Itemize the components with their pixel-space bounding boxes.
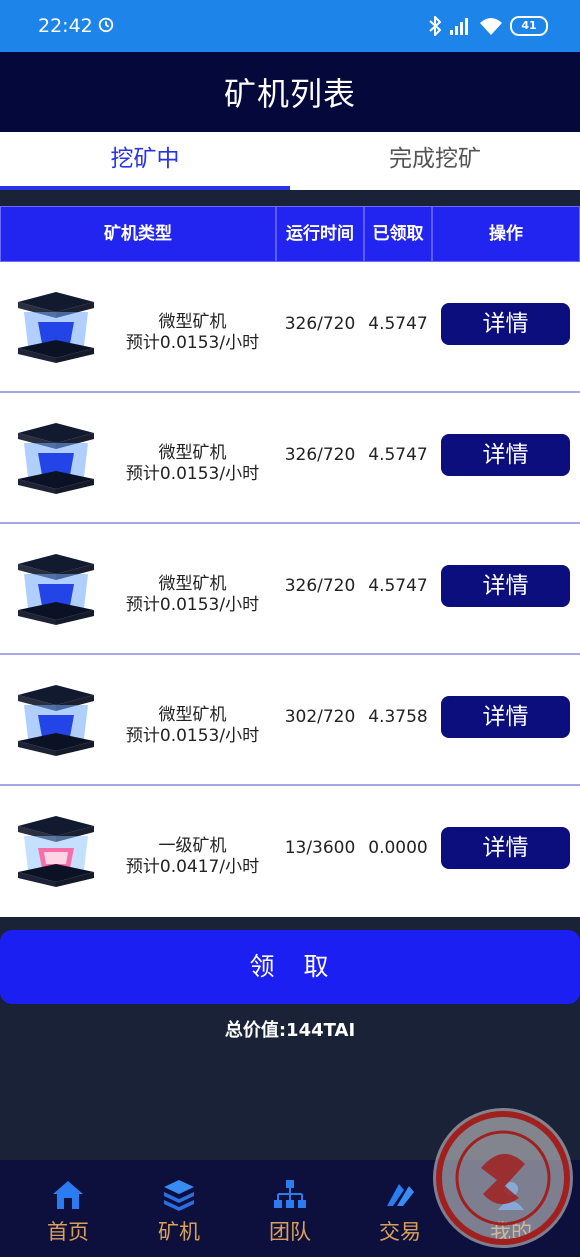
detail-button[interactable]: 详情 — [441, 565, 570, 607]
claimed-value: 4.3758 — [368, 707, 428, 727]
signal-icon — [450, 18, 468, 35]
nav-home-label: 首页 — [47, 1220, 89, 1244]
table-row: 微型矿机 预计0.0153/小时 326/720 4.5747 详情 — [0, 393, 580, 524]
runtime-value: 13/3600 — [284, 838, 356, 858]
status-bar: 22:42 41 — [0, 0, 580, 52]
miner-name: 微型矿机 — [158, 574, 227, 594]
runtime-value: 326/720 — [284, 576, 356, 596]
nav-miner[interactable]: 矿机 — [124, 1160, 234, 1257]
wifi-icon — [480, 18, 502, 35]
nav-team-label: 团队 — [269, 1220, 311, 1244]
nav-home[interactable]: 首页 — [13, 1160, 123, 1257]
header-action: 操作 — [489, 224, 523, 244]
miner-image — [18, 685, 94, 756]
miner-image — [18, 423, 94, 494]
header-miner-type: 矿机类型 — [1, 207, 277, 261]
miner-rate: 预计0.0153/小时 — [125, 726, 260, 746]
runtime-value: 326/720 — [284, 314, 356, 334]
runtime-value: 302/720 — [284, 707, 356, 727]
miner-name-cell: 一级矿机 预计0.0417/小时 — [110, 836, 275, 878]
miner-rate: 预计0.0153/小时 — [125, 595, 260, 615]
header-claimed: 已领取 — [365, 207, 433, 261]
battery-indicator: 41 — [510, 16, 548, 36]
tab-bar: 挖矿中 完成挖矿 — [0, 132, 580, 190]
claimed-value: 0.0000 — [368, 838, 428, 858]
trade-icon — [387, 1184, 414, 1206]
nav-team[interactable]: 团队 — [235, 1160, 345, 1257]
miner-name: 微型矿机 — [158, 705, 227, 725]
miner-rate: 预计0.0417/小时 — [125, 857, 260, 877]
miner-image — [18, 816, 94, 887]
table-row: 一级矿机 预计0.0417/小时 13/3600 0.0000 详情 — [0, 786, 580, 917]
page-header: 矿机列表 — [0, 52, 580, 132]
miner-name-cell: 微型矿机 预计0.0153/小时 — [110, 705, 275, 747]
status-time: 22:42 — [38, 15, 93, 37]
team-icon — [274, 1180, 306, 1208]
miner-name-cell: 微型矿机 预计0.0153/小时 — [110, 443, 275, 485]
miner-rate: 预计0.0153/小时 — [125, 464, 260, 484]
miner-table: 矿机类型 运行时间 已领取 操作 微型矿机 预计0.0153/小时 326/72… — [0, 206, 580, 917]
detail-button[interactable]: 详情 — [441, 303, 570, 345]
watermark-seal — [433, 1108, 573, 1248]
miner-name-cell: 微型矿机 预计0.0153/小时 — [110, 574, 275, 616]
tab-mining[interactable]: 挖矿中 — [0, 132, 290, 190]
claimed-value: 4.5747 — [368, 445, 428, 465]
runtime-value: 326/720 — [284, 445, 356, 465]
bluetooth-icon — [429, 16, 441, 36]
table-row: 微型矿机 预计0.0153/小时 326/720 4.5747 详情 — [0, 262, 580, 393]
detail-button[interactable]: 详情 — [441, 434, 570, 476]
miner-name: 微型矿机 — [158, 443, 227, 463]
miner-name: 一级矿机 — [158, 836, 227, 856]
page-title: 矿机列表 — [223, 75, 356, 113]
miner-icon — [164, 1180, 194, 1211]
home-icon — [53, 1181, 83, 1209]
claim-button[interactable]: 领 取 — [0, 930, 580, 1004]
detail-button[interactable]: 详情 — [441, 827, 570, 869]
miner-image — [18, 554, 94, 625]
miner-name: 微型矿机 — [158, 312, 227, 332]
claimed-value: 4.5747 — [368, 314, 428, 334]
detail-button[interactable]: 详情 — [441, 696, 570, 738]
header-runtime: 运行时间 — [277, 207, 365, 261]
alarm-icon — [98, 17, 114, 33]
total-value: 总价值:144TAI — [224, 1020, 356, 1041]
miner-rate: 预计0.0153/小时 — [125, 333, 260, 353]
watermark-logo-icon — [436, 1111, 570, 1245]
table-row: 微型矿机 预计0.0153/小时 302/720 4.3758 详情 — [0, 655, 580, 786]
miner-name-cell: 微型矿机 预计0.0153/小时 — [110, 312, 275, 354]
table-header: 矿机类型 运行时间 已领取 操作 — [0, 206, 580, 262]
claimed-value: 4.5747 — [368, 576, 428, 596]
table-row: 微型矿机 预计0.0153/小时 326/720 4.5747 详情 — [0, 524, 580, 655]
nav-miner-label: 矿机 — [158, 1220, 200, 1244]
tab-completed[interactable]: 完成挖矿 — [290, 132, 580, 190]
miner-image — [18, 292, 94, 363]
